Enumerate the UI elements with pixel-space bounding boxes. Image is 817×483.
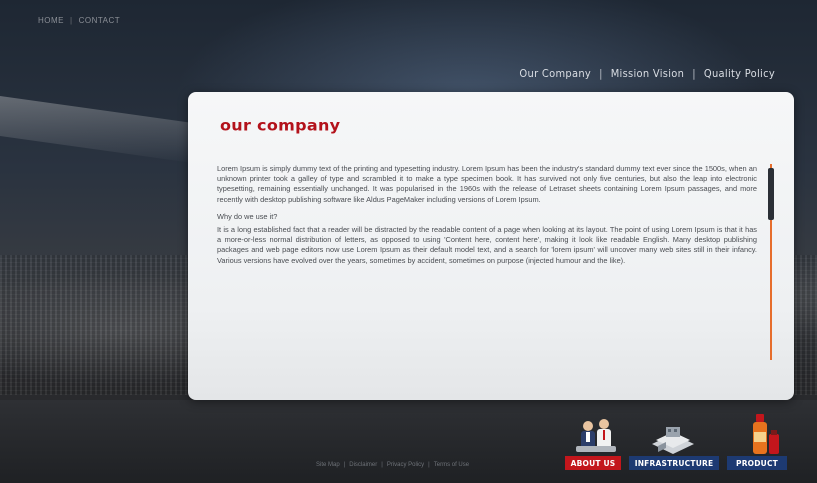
footer-link-disclaimer[interactable]: Disclaimer xyxy=(349,462,377,468)
nav-separator: | xyxy=(70,16,73,25)
second-paragraph: It is a long established fact that a rea… xyxy=(217,225,757,265)
about-us-button[interactable]: ABOUT US xyxy=(565,456,621,470)
top-nav: HOME | CONTACT xyxy=(38,16,120,25)
section-nav: Our Company | Mission Vision | Quality P… xyxy=(519,67,775,80)
nav-separator: | xyxy=(599,67,603,80)
footer-separator: | xyxy=(428,462,430,468)
home-link[interactable]: HOME xyxy=(38,16,64,25)
footer-link-site-map[interactable]: Site Map xyxy=(316,462,340,468)
section-question: Why do we use it? xyxy=(217,211,278,221)
nav-mission-vision[interactable]: Mission Vision xyxy=(611,67,685,80)
nav-our-company[interactable]: Our Company xyxy=(519,67,591,80)
footer-separator: | xyxy=(381,462,383,468)
footer-separator: | xyxy=(343,462,346,468)
building-icon[interactable] xyxy=(648,424,698,456)
intro-paragraph: Lorem Ipsum is simply dummy text of the … xyxy=(217,164,757,204)
footer-link-terms-of-use[interactable]: Terms of Use xyxy=(434,462,469,468)
content-text: Lorem Ipsum is simply dummy text of the … xyxy=(217,164,757,273)
page-title: our company xyxy=(220,116,341,135)
nav-separator: | xyxy=(692,67,696,80)
bottle-icon[interactable] xyxy=(748,412,782,456)
footer-link-privacy-policy[interactable]: Privacy Policy xyxy=(387,462,424,468)
infrastructure-button[interactable]: INFRASTRUCTURE xyxy=(629,456,719,470)
nav-quality-policy[interactable]: Quality Policy xyxy=(704,67,775,80)
product-button[interactable]: PRODUCT xyxy=(727,456,787,470)
scrollbar-thumb[interactable] xyxy=(768,168,774,220)
people-icon[interactable] xyxy=(574,418,618,456)
footer-links: Site Map | Disclaimer | Privacy Policy |… xyxy=(316,462,469,468)
contact-link[interactable]: CONTACT xyxy=(79,16,121,25)
content-panel: our company Lorem Ipsum is simply dummy … xyxy=(188,92,794,400)
